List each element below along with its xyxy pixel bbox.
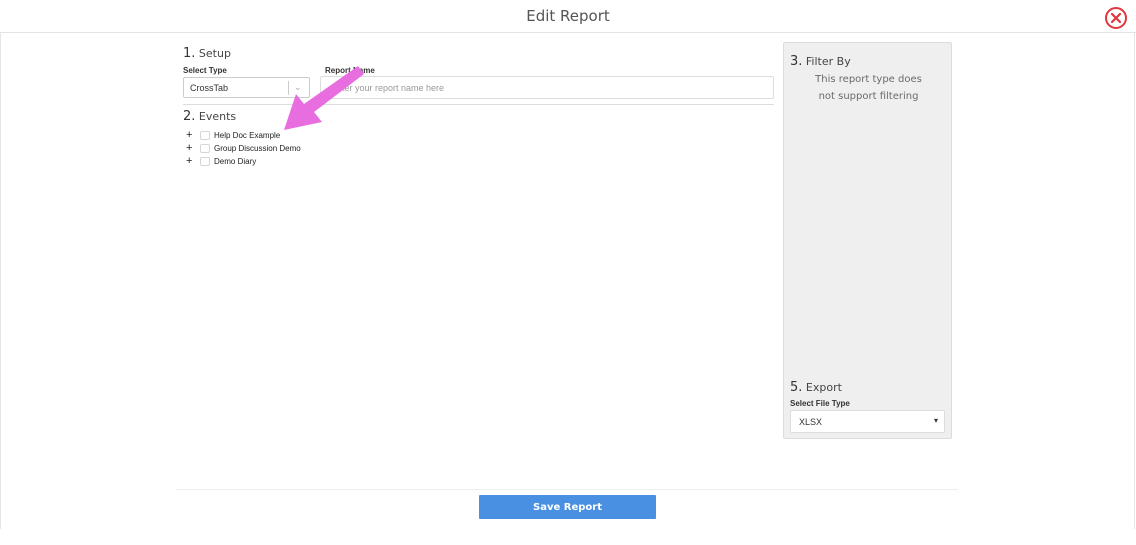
setup-section-number: 1.: [183, 46, 196, 61]
file-type-select[interactable]: XLSX ▾: [790, 410, 945, 433]
expand-plus-icon[interactable]: +: [186, 143, 194, 154]
expand-plus-icon[interactable]: +: [186, 130, 194, 141]
report-name-input[interactable]: [320, 76, 774, 99]
section-divider: [183, 104, 774, 105]
setup-section-label: Setup: [198, 47, 231, 60]
setup-section-title: 1. Setup: [183, 46, 231, 61]
event-item: + Demo Diary: [186, 155, 256, 167]
filter-note-line: This report type does: [815, 74, 922, 85]
filter-section-title: 3. Filter By: [790, 54, 851, 69]
event-label: Demo Diary: [214, 156, 257, 166]
event-checkbox[interactable]: [200, 156, 210, 166]
expand-plus-icon[interactable]: +: [186, 156, 194, 167]
filter-section-number: 3.: [790, 54, 803, 69]
file-type-value: XLSX: [799, 417, 823, 427]
event-checkbox[interactable]: [200, 143, 210, 153]
export-section-label: Export: [805, 381, 842, 394]
modal-left-border: [0, 33, 1, 529]
save-report-button[interactable]: Save Report: [479, 495, 656, 519]
footer-divider: [176, 489, 958, 490]
close-icon: [1105, 7, 1127, 29]
modal-header: Edit Report: [0, 0, 1136, 33]
select-arrows-icon: ▾: [933, 416, 938, 425]
event-item: + Help Doc Example: [186, 129, 280, 141]
event-label: Group Discussion Demo: [214, 143, 301, 153]
annotation-arrow-icon: [284, 66, 364, 130]
select-type-label: Select Type: [183, 66, 227, 75]
events-section-number: 2.: [183, 109, 196, 124]
file-type-label: Select File Type: [790, 399, 850, 408]
event-item: + Group Discussion Demo: [186, 142, 301, 154]
select-type-value: CrossTab: [190, 83, 229, 93]
events-section-title: 2. Events: [183, 109, 236, 124]
filter-section-label: Filter By: [805, 55, 851, 68]
export-section-number: 5.: [790, 380, 803, 395]
event-checkbox[interactable]: [200, 130, 210, 140]
export-section-title: 5. Export: [790, 380, 842, 395]
modal-right-border: [1134, 33, 1135, 529]
events-section-label: Events: [198, 110, 237, 123]
filter-note-line: not support filtering: [818, 91, 919, 102]
close-button[interactable]: [1104, 6, 1128, 30]
modal-title: Edit Report: [526, 7, 610, 25]
event-label: Help Doc Example: [214, 130, 281, 140]
filter-export-panel: 3. Filter By This report type does not s…: [783, 42, 952, 439]
